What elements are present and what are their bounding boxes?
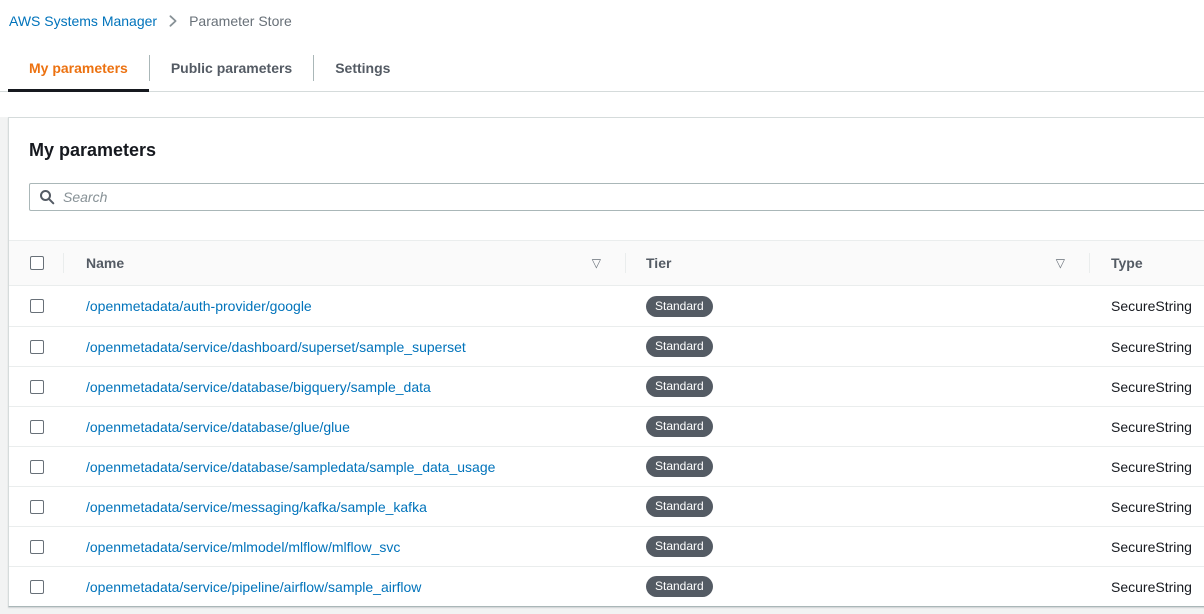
tier-badge: Standard xyxy=(646,296,713,317)
table-body: /openmetadata/auth-provider/google Stand… xyxy=(9,286,1204,606)
chevron-right-icon xyxy=(166,14,180,28)
name-cell: /openmetadata/service/database/glue/glue xyxy=(63,407,625,446)
parameter-link[interactable]: /openmetadata/service/mlmodel/mlflow/mlf… xyxy=(86,539,400,555)
row-select-cell xyxy=(9,460,63,474)
name-cell: /openmetadata/service/database/sampledat… xyxy=(63,447,625,486)
type-value: SecureString xyxy=(1111,298,1192,314)
parameters-table: Name ▽ Tier ▽ Type /openmetadata/auth-pr… xyxy=(9,240,1204,606)
row-checkbox[interactable] xyxy=(30,580,44,594)
type-cell: SecureString xyxy=(1089,327,1204,366)
row-select-cell xyxy=(9,299,63,313)
name-cell: /openmetadata/service/database/bigquery/… xyxy=(63,367,625,406)
search-icon xyxy=(39,189,55,205)
column-header-name[interactable]: Name ▽ xyxy=(63,241,625,285)
type-value: SecureString xyxy=(1111,339,1192,355)
column-header-label: Name xyxy=(86,255,124,271)
type-value: SecureString xyxy=(1111,419,1192,435)
tier-badge: Standard xyxy=(646,536,713,557)
row-select-cell xyxy=(9,420,63,434)
select-all-cell xyxy=(9,256,63,270)
table-row: /openmetadata/service/dashboard/superset… xyxy=(9,326,1204,366)
search-box xyxy=(29,183,1204,211)
tier-badge: Standard xyxy=(646,496,713,517)
search-input[interactable] xyxy=(55,189,1204,205)
parameter-link[interactable]: /openmetadata/service/pipeline/airflow/s… xyxy=(86,579,421,595)
select-all-checkbox[interactable] xyxy=(30,256,44,270)
parameter-link[interactable]: /openmetadata/service/messaging/kafka/sa… xyxy=(86,499,427,515)
name-cell: /openmetadata/service/messaging/kafka/sa… xyxy=(63,487,625,526)
row-select-cell xyxy=(9,580,63,594)
tier-badge: Standard xyxy=(646,576,713,597)
table-row: /openmetadata/service/pipeline/airflow/s… xyxy=(9,566,1204,606)
column-header-label: Tier xyxy=(646,255,671,271)
row-select-cell xyxy=(9,340,63,354)
tier-badge: Standard xyxy=(646,416,713,437)
type-value: SecureString xyxy=(1111,539,1192,555)
column-header-tier[interactable]: Tier ▽ xyxy=(625,241,1089,285)
tier-badge: Standard xyxy=(646,336,713,357)
tier-cell: Standard xyxy=(625,286,1089,326)
tier-badge: Standard xyxy=(646,456,713,477)
tier-cell: Standard xyxy=(625,367,1089,406)
tier-cell: Standard xyxy=(625,327,1089,366)
tab-settings[interactable]: Settings xyxy=(314,48,411,91)
column-header-label: Type xyxy=(1111,255,1143,271)
type-cell: SecureString xyxy=(1089,487,1204,526)
sort-icon: ▽ xyxy=(1056,256,1065,270)
table-row: /openmetadata/service/messaging/kafka/sa… xyxy=(9,486,1204,526)
table-row: /openmetadata/auth-provider/google Stand… xyxy=(9,286,1204,326)
type-cell: SecureString xyxy=(1089,286,1204,326)
type-value: SecureString xyxy=(1111,499,1192,515)
tab-my-parameters[interactable]: My parameters xyxy=(8,48,149,91)
name-cell: /openmetadata/service/dashboard/superset… xyxy=(63,327,625,366)
parameter-link[interactable]: /openmetadata/auth-provider/google xyxy=(86,298,312,314)
my-parameters-panel: My parameters Name ▽ Tier xyxy=(8,117,1204,607)
row-checkbox[interactable] xyxy=(30,299,44,313)
row-checkbox[interactable] xyxy=(30,500,44,514)
type-value: SecureString xyxy=(1111,379,1192,395)
content-area: My parameters Name ▽ Tier xyxy=(0,117,1204,614)
parameter-link[interactable]: /openmetadata/service/database/sampledat… xyxy=(86,459,495,475)
row-checkbox[interactable] xyxy=(30,420,44,434)
type-value: SecureString xyxy=(1111,459,1192,475)
breadcrumb: AWS Systems Manager Parameter Store xyxy=(0,0,1204,29)
row-checkbox[interactable] xyxy=(30,380,44,394)
type-cell: SecureString xyxy=(1089,367,1204,406)
breadcrumb-link-systems-manager[interactable]: AWS Systems Manager xyxy=(9,13,157,29)
parameter-link[interactable]: /openmetadata/service/database/bigquery/… xyxy=(86,379,431,395)
tier-cell: Standard xyxy=(625,407,1089,446)
table-row: /openmetadata/service/database/sampledat… xyxy=(9,446,1204,486)
tier-cell: Standard xyxy=(625,487,1089,526)
type-cell: SecureString xyxy=(1089,527,1204,566)
parameter-link[interactable]: /openmetadata/service/dashboard/superset… xyxy=(86,339,466,355)
tier-cell: Standard xyxy=(625,567,1089,606)
table-row: /openmetadata/service/database/glue/glue… xyxy=(9,406,1204,446)
row-select-cell xyxy=(9,540,63,554)
column-header-type[interactable]: Type xyxy=(1089,241,1204,285)
table-row: /openmetadata/service/mlmodel/mlflow/mlf… xyxy=(9,526,1204,566)
tier-cell: Standard xyxy=(625,447,1089,486)
name-cell: /openmetadata/service/mlmodel/mlflow/mlf… xyxy=(63,527,625,566)
type-cell: SecureString xyxy=(1089,567,1204,606)
name-cell: /openmetadata/service/pipeline/airflow/s… xyxy=(63,567,625,606)
tier-cell: Standard xyxy=(625,527,1089,566)
type-cell: SecureString xyxy=(1089,447,1204,486)
panel-title: My parameters xyxy=(9,118,1204,161)
type-cell: SecureString xyxy=(1089,407,1204,446)
row-checkbox[interactable] xyxy=(30,460,44,474)
tier-badge: Standard xyxy=(646,376,713,397)
row-select-cell xyxy=(9,380,63,394)
row-checkbox[interactable] xyxy=(30,540,44,554)
name-cell: /openmetadata/auth-provider/google xyxy=(63,286,625,326)
type-value: SecureString xyxy=(1111,579,1192,595)
tab-public-parameters[interactable]: Public parameters xyxy=(150,48,313,91)
tab-bar: My parameters Public parameters Settings xyxy=(0,48,1204,92)
table-header: Name ▽ Tier ▽ Type xyxy=(9,240,1204,286)
row-checkbox[interactable] xyxy=(30,340,44,354)
breadcrumb-current-page: Parameter Store xyxy=(189,13,292,29)
sort-icon: ▽ xyxy=(592,256,601,270)
parameter-link[interactable]: /openmetadata/service/database/glue/glue xyxy=(86,419,350,435)
table-row: /openmetadata/service/database/bigquery/… xyxy=(9,366,1204,406)
row-select-cell xyxy=(9,500,63,514)
